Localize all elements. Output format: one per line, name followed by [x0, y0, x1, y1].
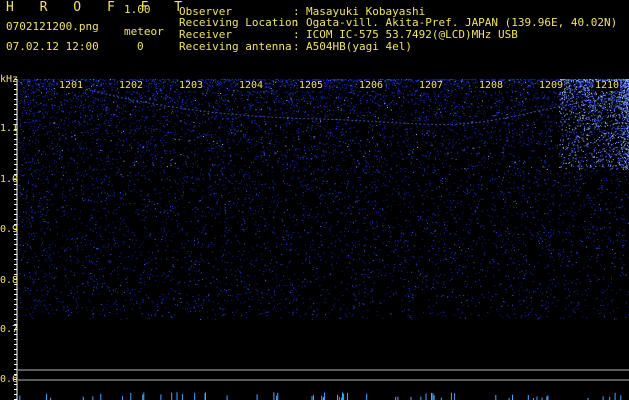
- info-sep: :: [293, 40, 300, 53]
- app-version: 1.00: [124, 3, 151, 16]
- time-label: 1201: [58, 80, 85, 91]
- info-value-antenna: A504HB(yagi 4el): [306, 40, 412, 53]
- time-label: 1209: [538, 80, 565, 91]
- y-tick-label: 1.1: [0, 123, 19, 134]
- date-time: 07.02.12 12:00: [6, 40, 99, 53]
- meteor-count: 0: [137, 40, 144, 53]
- y-tick-label: 1.0: [0, 174, 19, 185]
- time-label: 1207: [418, 80, 445, 91]
- time-label: 1203: [178, 80, 205, 91]
- unit-label: kHz: [0, 74, 19, 85]
- info-label-antenna: Receiving antenna: [179, 40, 292, 53]
- y-tick-label: 0.8: [0, 275, 19, 286]
- spectrogram-plot: [18, 79, 629, 400]
- y-tick-label: 0.6: [0, 374, 19, 385]
- hrofft-window: H R O F F T 1.00 0702121200.png meteor 0…: [0, 0, 629, 400]
- file-name: 0702121200.png: [6, 20, 99, 33]
- time-label: 1208: [478, 80, 505, 91]
- time-label: 1204: [238, 80, 265, 91]
- y-tick-label: 0.7: [0, 324, 19, 335]
- y-tick-label: 0.9: [0, 224, 19, 235]
- time-label: 1205: [298, 80, 325, 91]
- time-label: 1210: [594, 80, 621, 91]
- time-label: 1206: [358, 80, 385, 91]
- meteor-label: meteor: [124, 25, 164, 38]
- time-label: 1202: [118, 80, 145, 91]
- app-name: H R O F F T: [6, 0, 192, 15]
- spectrogram-noise-field: [18, 79, 629, 400]
- signal-trace: [77, 86, 629, 125]
